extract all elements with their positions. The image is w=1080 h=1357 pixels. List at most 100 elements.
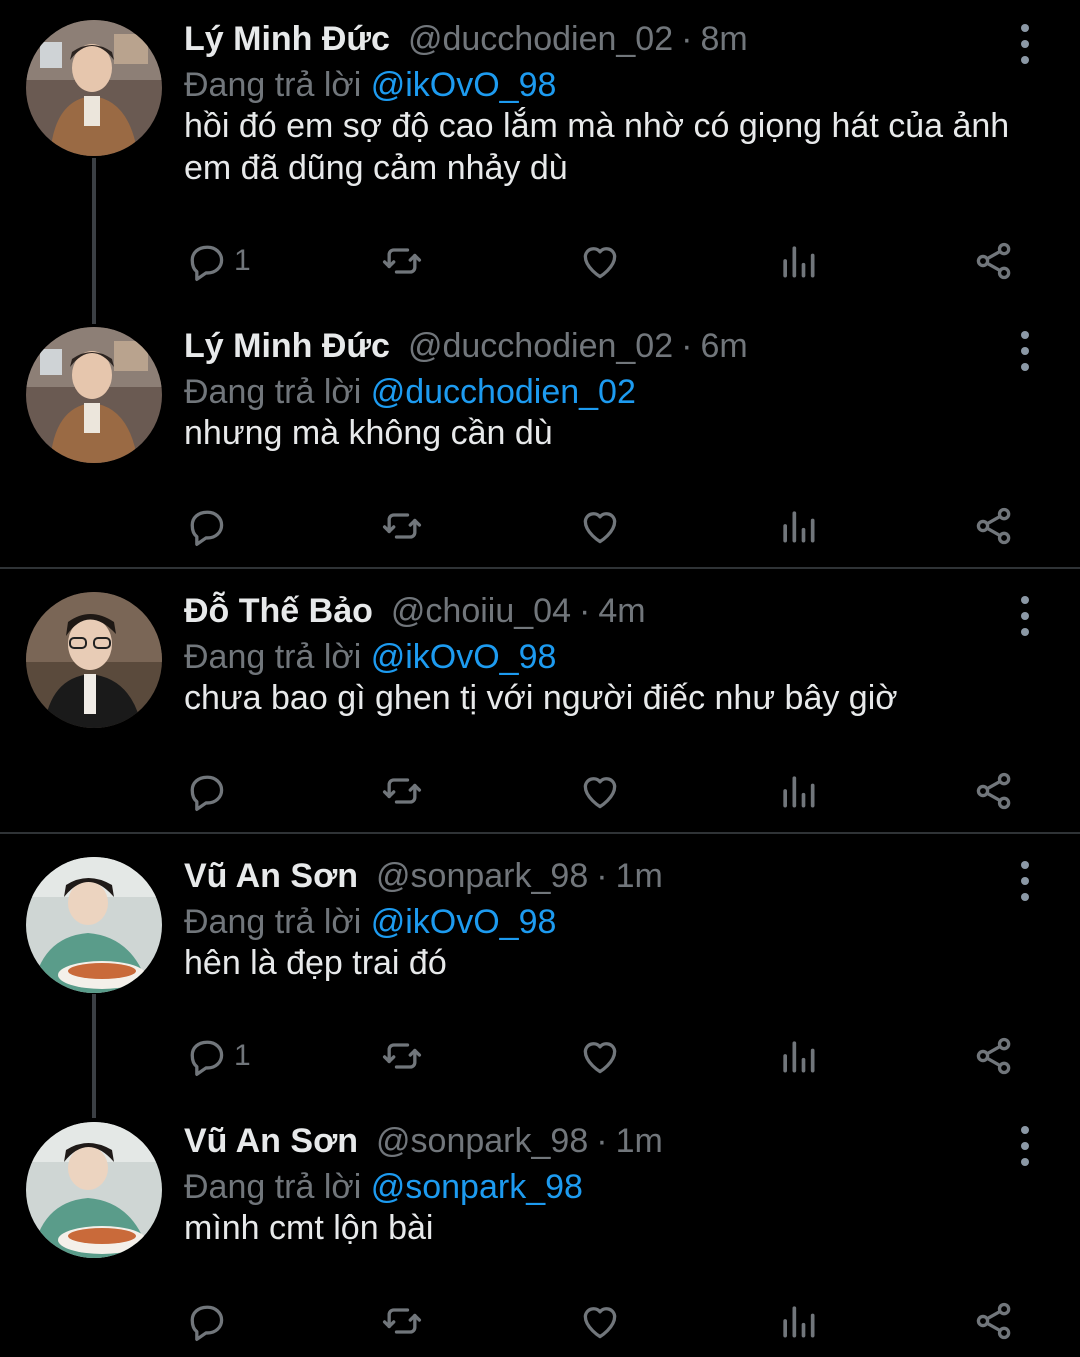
reply-count: 1 — [234, 1039, 251, 1072]
separator: · — [681, 327, 693, 365]
tweet-header: Lý Minh Đức @ducchodien_02 · 6m — [184, 327, 748, 375]
action-bar: 1 — [184, 236, 1024, 286]
reply-icon — [184, 1299, 228, 1343]
reply-button[interactable] — [184, 1296, 234, 1346]
like-button[interactable] — [578, 766, 622, 816]
author-name[interactable]: Lý Minh Đức — [184, 327, 390, 366]
retweet-button[interactable] — [380, 766, 424, 816]
mention-link[interactable]: @ducchodien_02 — [371, 373, 636, 411]
retweet-button[interactable] — [380, 501, 424, 551]
tweet[interactable]: Đỗ Thế Bảo @choiiu_04 · 4m Đang trả lời … — [0, 572, 1080, 832]
share-icon — [972, 769, 1016, 813]
divider — [0, 832, 1080, 834]
reply-icon — [184, 504, 228, 548]
mention-link[interactable]: @ikOvO_98 — [371, 66, 557, 104]
author-handle[interactable]: @choiiu_04 — [391, 592, 571, 631]
share-icon — [972, 239, 1016, 283]
reply-button[interactable] — [184, 501, 234, 551]
timestamp[interactable]: 8m — [700, 20, 747, 59]
share-button[interactable] — [972, 766, 1016, 816]
tweet-header: Lý Minh Đức @ducchodien_02 · 8m — [184, 20, 748, 68]
retweet-button[interactable] — [380, 236, 424, 286]
more-options-icon[interactable] — [1010, 861, 1040, 901]
share-button[interactable] — [972, 501, 1016, 551]
replying-to: Đang trả lời @ducchodien_02 — [184, 373, 636, 412]
reply-count: 1 — [234, 244, 251, 277]
like-icon — [578, 504, 622, 548]
avatar[interactable] — [26, 1122, 162, 1258]
timestamp[interactable]: 4m — [598, 592, 645, 631]
replying-to: Đang trả lời @ikOvO_98 — [184, 638, 556, 677]
author-handle[interactable]: @ducchodien_02 — [408, 20, 673, 59]
action-bar — [184, 1296, 1024, 1346]
views-button[interactable] — [776, 501, 820, 551]
separator: · — [596, 1122, 608, 1160]
tweet-text: chưa bao gì ghen tị với người điếc như b… — [184, 679, 898, 717]
reply-button[interactable] — [184, 766, 234, 816]
author-name[interactable]: Vũ An Sơn — [184, 857, 358, 896]
retweet-button[interactable] — [380, 1296, 424, 1346]
replying-to: Đang trả lời @ikOvO_98 — [184, 66, 556, 105]
author-handle[interactable]: @sonpark_98 — [376, 857, 588, 896]
avatar[interactable] — [26, 857, 162, 993]
views-button[interactable] — [776, 236, 820, 286]
views-icon — [776, 1034, 820, 1078]
replying-to: Đang trả lời @sonpark_98 — [184, 1168, 583, 1207]
share-button[interactable] — [972, 236, 1016, 286]
timestamp[interactable]: 1m — [616, 857, 663, 896]
author-name[interactable]: Lý Minh Đức — [184, 20, 390, 59]
share-button[interactable] — [972, 1296, 1016, 1346]
reply-button[interactable]: 1 — [184, 1031, 251, 1081]
timestamp[interactable]: 1m — [616, 1122, 663, 1161]
avatar[interactable] — [26, 592, 162, 728]
replying-to-label: Đang trả lời — [184, 1168, 362, 1206]
author-name[interactable]: Đỗ Thế Bảo — [184, 592, 373, 631]
reply-icon — [184, 769, 228, 813]
mention-link[interactable]: @sonpark_98 — [371, 1168, 583, 1206]
action-bar: 1 — [184, 1031, 1024, 1081]
like-button[interactable] — [578, 236, 622, 286]
separator: · — [596, 857, 608, 895]
tweet[interactable]: Lý Minh Đức @ducchodien_02 · 8m Đang trả… — [0, 0, 1080, 310]
action-bar — [184, 766, 1024, 816]
like-button[interactable] — [578, 1296, 622, 1346]
share-icon — [972, 1034, 1016, 1078]
mention-link[interactable]: @ikOvO_98 — [371, 903, 557, 941]
like-button[interactable] — [578, 501, 622, 551]
like-button[interactable] — [578, 1031, 622, 1081]
tweet[interactable]: Vũ An Sơn @sonpark_98 · 1m Đang trả lời … — [0, 1102, 1080, 1357]
retweet-icon — [380, 1034, 424, 1078]
retweet-button[interactable] — [380, 1031, 424, 1081]
views-button[interactable] — [776, 1031, 820, 1081]
author-name[interactable]: Vũ An Sơn — [184, 1122, 358, 1161]
tweet[interactable]: Lý Minh Đức @ducchodien_02 · 6m Đang trả… — [0, 307, 1080, 567]
share-button[interactable] — [972, 1031, 1016, 1081]
tweet-header: Vũ An Sơn @sonpark_98 · 1m — [184, 1122, 663, 1170]
views-button[interactable] — [776, 766, 820, 816]
retweet-icon — [380, 239, 424, 283]
views-button[interactable] — [776, 1296, 820, 1346]
timestamp[interactable]: 6m — [700, 327, 747, 366]
replying-to: Đang trả lời @ikOvO_98 — [184, 903, 556, 942]
tweet-text: mình cmt lộn bài — [184, 1209, 434, 1247]
like-icon — [578, 1299, 622, 1343]
more-options-icon[interactable] — [1010, 596, 1040, 636]
reply-button[interactable]: 1 — [184, 236, 251, 286]
reply-icon — [184, 1034, 228, 1078]
tweet[interactable]: Vũ An Sơn @sonpark_98 · 1m Đang trả lời … — [0, 837, 1080, 1107]
more-options-icon[interactable] — [1010, 1126, 1040, 1166]
tweet-text: hồi đó em sợ độ cao lắm mà nhờ có giọng … — [184, 107, 1010, 187]
more-options-icon[interactable] — [1010, 24, 1040, 64]
avatar[interactable] — [26, 327, 162, 463]
mention-link[interactable]: @ikOvO_98 — [371, 638, 557, 676]
separator: · — [681, 20, 693, 58]
share-icon — [972, 504, 1016, 548]
author-handle[interactable]: @ducchodien_02 — [408, 327, 673, 366]
more-options-icon[interactable] — [1010, 331, 1040, 371]
author-handle[interactable]: @sonpark_98 — [376, 1122, 588, 1161]
avatar[interactable] — [26, 20, 162, 156]
views-icon — [776, 504, 820, 548]
retweet-icon — [380, 504, 424, 548]
replying-to-label: Đang trả lời — [184, 66, 362, 104]
tweet-header: Vũ An Sơn @sonpark_98 · 1m — [184, 857, 663, 905]
